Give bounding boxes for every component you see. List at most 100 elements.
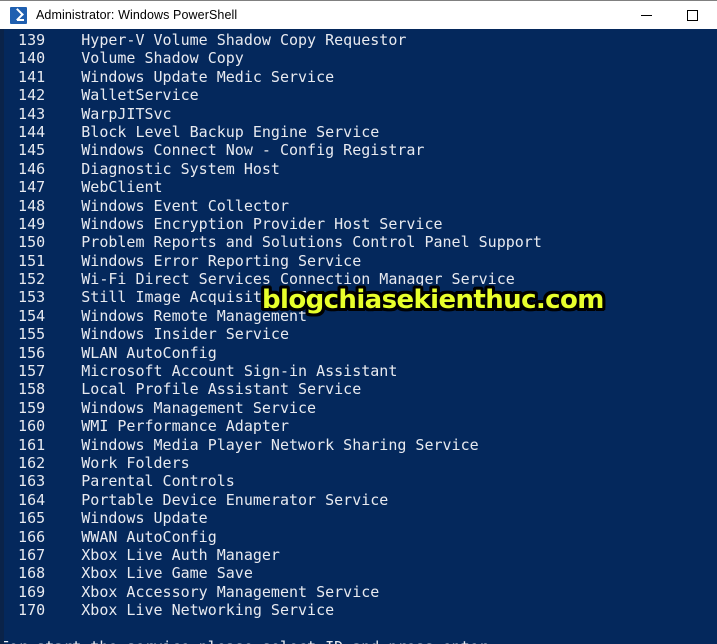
service-name: Windows Media Player Network Sharing Ser… [81,435,479,454]
service-id: 154 [0,306,82,325]
service-id: 164 [0,490,82,509]
service-line: 145 Windows Connect Now - Config Registr… [0,141,542,159]
service-id: 166 [0,527,82,546]
service-name: Windows Update Medic Service [81,67,335,86]
powershell-window: Administrator: Windows PowerShell 139 Hy… [0,0,717,644]
service-line: 160 WMI Performance Adapter [0,417,542,435]
powershell-icon-underscore [17,18,24,21]
service-id: 144 [0,122,82,141]
console-output-area[interactable]: 139 Hyper-V Volume Shadow Copy Requestor… [0,29,717,644]
service-line: 141 Windows Update Medic Service [0,68,542,86]
service-id: 148 [0,196,82,215]
service-id: 156 [0,343,82,362]
service-name: WebClient [81,178,163,197]
minimize-button[interactable] [623,1,669,29]
service-name: Xbox Live Game Save [81,564,253,583]
service-line: 149 Windows Encryption Provider Host Ser… [0,215,542,233]
service-id: 163 [0,472,82,491]
service-id: 153 [0,288,82,307]
service-id: 157 [0,362,82,381]
service-id: 143 [0,104,82,123]
service-id: 145 [0,141,82,160]
service-name: WarpJITSvc [81,104,172,123]
service-name: Windows Error Reporting Service [81,251,362,270]
service-name: Windows Insider Service [81,325,289,344]
service-line: 159 Windows Management Service [0,399,542,417]
service-name: WalletService [81,86,199,105]
service-line: 150 Problem Reports and Solutions Contro… [0,233,542,251]
service-name: Block Level Backup Engine Service [81,122,380,141]
maximize-button[interactable] [669,1,715,29]
service-id: 155 [0,325,82,344]
console-text-block: 139 Hyper-V Volume Shadow Copy Requestor… [0,29,542,644]
service-id: 169 [0,582,82,601]
service-line: 162 Work Folders [0,454,542,472]
service-id: 142 [0,86,82,105]
service-line: 168 Xbox Live Game Save [0,564,542,582]
service-line: 144 Block Level Backup Engine Service [0,123,542,141]
service-name: Parental Controls [81,472,235,491]
service-line: 170 Xbox Live Networking Service [0,601,542,619]
service-name: Windows Update [81,509,208,528]
service-name: Hyper-V Volume Shadow Copy Requestor [81,31,407,49]
service-id: 149 [0,214,82,233]
service-line: 140 Volume Shadow Copy [0,49,542,67]
service-line: 169 Xbox Accessory Management Service [0,583,542,601]
service-line: 163 Parental Controls [0,472,542,490]
service-id: 167 [0,545,82,564]
service-line: 161 Windows Media Player Network Sharing… [0,436,542,454]
service-line: 148 Windows Event Collector [0,197,542,215]
maximize-icon [686,9,698,21]
service-id: 147 [0,178,82,197]
service-name: Xbox Live Auth Manager [81,545,280,564]
service-name: WLAN AutoConfig [81,343,217,362]
service-id: 161 [0,435,82,454]
service-line: 167 Xbox Live Auth Manager [0,546,542,564]
service-line: 143 WarpJITSvc [0,105,542,123]
service-line: 166 WWAN AutoConfig [0,528,542,546]
prompt-line[interactable]: For start the service please select ID a… [0,638,542,644]
service-line: 155 Windows Insider Service [0,325,542,343]
service-id: 152 [0,270,82,289]
service-name: Windows Connect Now - Config Registrar [81,141,425,160]
service-id: 162 [0,453,82,472]
service-id: 159 [0,398,82,417]
minimize-icon [640,14,652,16]
service-name: Windows Event Collector [81,196,289,215]
service-name: Windows Management Service [81,398,317,417]
service-name: Xbox Live Networking Service [81,601,335,620]
service-line: 139 Hyper-V Volume Shadow Copy Requestor [0,31,542,49]
service-line: 147 WebClient [0,178,542,196]
service-name: Portable Device Enumerator Service [81,490,389,509]
window-left-edge [0,29,4,644]
service-id: 170 [0,601,82,620]
service-line: 146 Diagnostic System Host [0,160,542,178]
window-title: Administrator: Windows PowerShell [36,8,238,22]
service-id: 158 [0,380,82,399]
service-line: 156 WLAN AutoConfig [0,344,542,362]
service-line: 157 Microsoft Account Sign-in Assistant [0,362,542,380]
service-name: Problem Reports and Solutions Control Pa… [81,233,542,252]
service-id: 151 [0,251,82,270]
service-line: 165 Windows Update [0,509,542,527]
service-id: 141 [0,67,82,86]
title-bar[interactable]: Administrator: Windows PowerShell [0,0,717,29]
service-id: 150 [0,233,82,252]
service-name: Work Folders [81,453,190,472]
service-line: 142 WalletService [0,86,542,104]
service-id: 139 [0,31,82,49]
service-line: 158 Local Profile Assistant Service [0,380,542,398]
service-id: 140 [0,49,82,68]
service-id: 160 [0,417,82,436]
service-id: 165 [0,509,82,528]
service-name: Diagnostic System Host [81,159,280,178]
service-id: 146 [0,159,82,178]
service-name: Local Profile Assistant Service [81,380,362,399]
service-line: 151 Windows Error Reporting Service [0,252,542,270]
service-name: WWAN AutoConfig [81,527,217,546]
service-name: Volume Shadow Copy [81,49,244,68]
watermark-blogchiasekienthuc: blogchiasekienthuc.com [262,285,604,315]
powershell-icon [10,6,27,24]
service-name: Windows Encryption Provider Host Service [81,214,443,233]
